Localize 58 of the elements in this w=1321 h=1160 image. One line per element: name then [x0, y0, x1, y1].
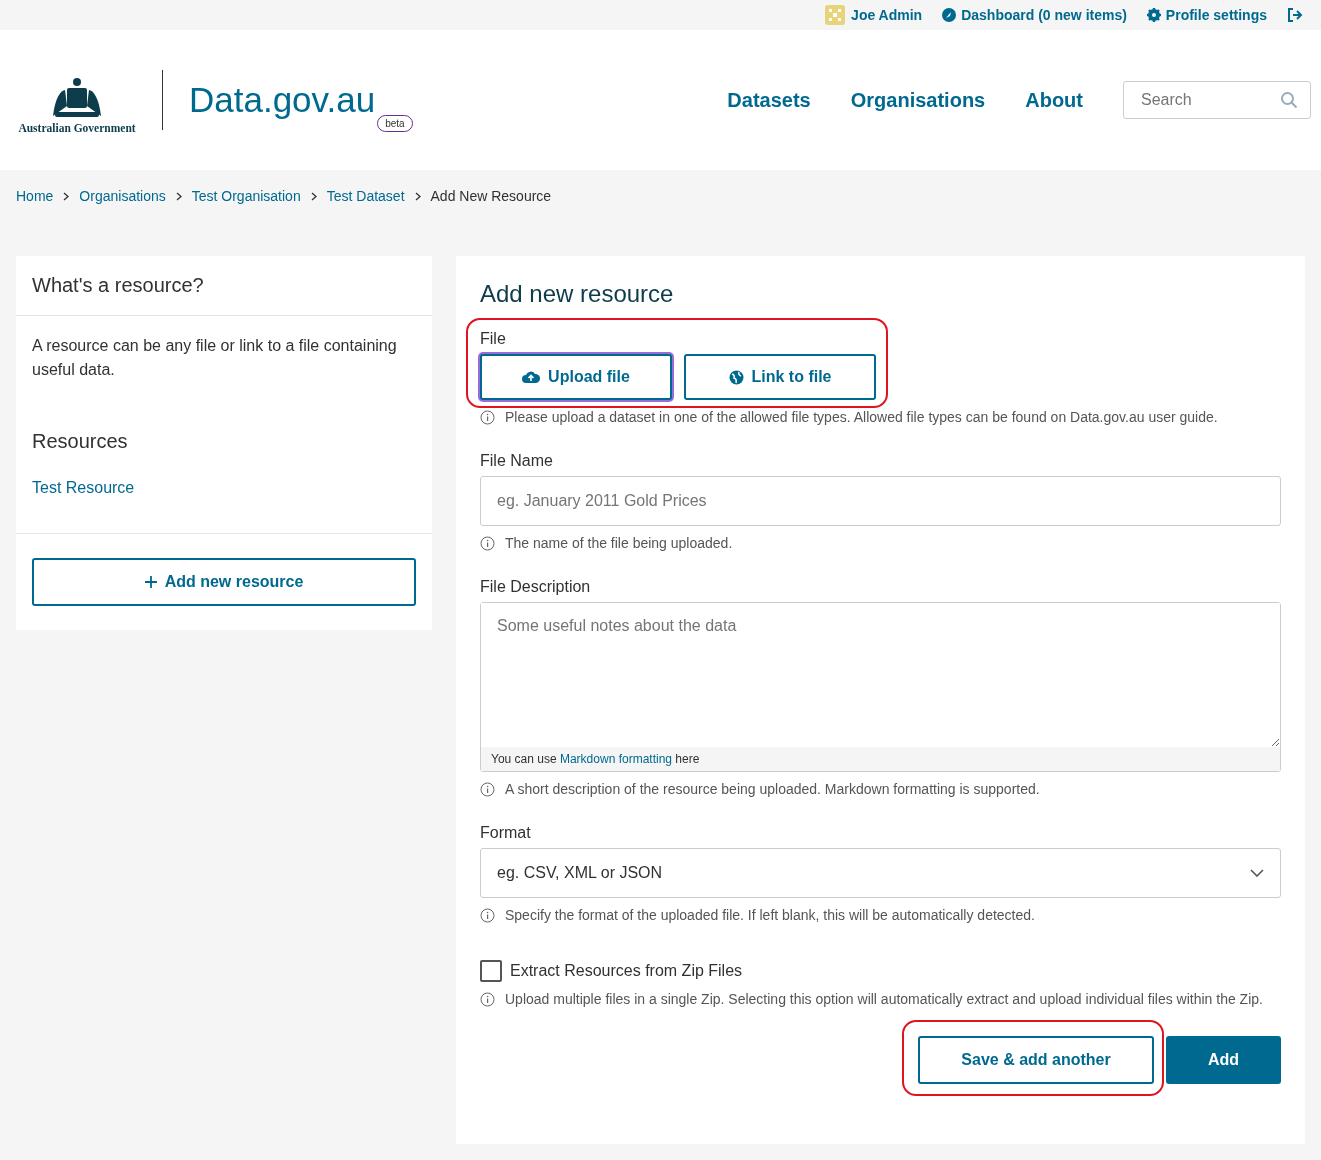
- checkbox-label: Extract Resources from Zip Files: [510, 962, 743, 980]
- resources-heading: Resources: [32, 430, 129, 453]
- site-title[interactable]: Data.gov.au: [189, 80, 376, 120]
- dashboard-link[interactable]: Dashboard (0 new items): [961, 7, 1127, 23]
- help-text: The name of the file being uploaded.: [505, 534, 733, 553]
- info-icon: [480, 536, 495, 551]
- field-label: File Description: [480, 578, 592, 596]
- breadcrumb-link[interactable]: Test Dataset: [326, 188, 405, 204]
- breadcrumb-link[interactable]: Test Organisation: [191, 188, 301, 204]
- field-label: Format: [480, 824, 532, 842]
- settings-icon: [1146, 8, 1161, 22]
- help-text: Upload multiple files in a single Zip. Selecting this option will automatically extract and upload individual files within the Zip.: [505, 990, 1263, 1009]
- field-label: File: [480, 330, 507, 348]
- government-label: Australian Government: [18, 122, 136, 134]
- info-icon: [480, 782, 495, 797]
- nav-link[interactable]: Organisations: [850, 88, 986, 112]
- avatar-icon: [824, 4, 847, 26]
- description-input[interactable]: Some useful notes about the data: [481, 603, 1280, 747]
- dashboard-icon: [942, 8, 957, 22]
- search-field[interactable]: Search: [1123, 81, 1311, 119]
- resource-link[interactable]: Test Resource: [32, 479, 416, 497]
- markdown-hint: You can use Markdown formatting here: [481, 747, 1280, 771]
- profile-settings-link[interactable]: Profile settings: [1165, 7, 1267, 23]
- plus-icon: [144, 576, 157, 588]
- add-resource-button[interactable]: Add new resource: [32, 558, 416, 606]
- cloud-upload-icon: [522, 370, 541, 384]
- info-icon: [480, 908, 495, 923]
- breadcrumb-current: Add New Resource: [430, 188, 552, 204]
- user-link[interactable]: Joe Admin: [851, 7, 923, 23]
- field-label: File Name: [480, 452, 554, 470]
- breadcrumb-link[interactable]: Organisations: [79, 188, 166, 204]
- file-option-button[interactable]: Upload file: [480, 354, 672, 400]
- checkbox[interactable]: [480, 960, 502, 982]
- globe-icon: [728, 369, 744, 385]
- file-description-field[interactable]: Some useful notes about the data You can use Markdown formatting here: [480, 602, 1281, 772]
- info-icon: [480, 992, 495, 1007]
- help-text: Please upload a dataset in one of the allowed file types. Allowed file types can be found on Data.gov.au user guide.: [505, 408, 1218, 427]
- sidebar-heading: What's a resource?: [16, 256, 432, 316]
- chevron-right-icon: [63, 191, 70, 201]
- save-add-another-button[interactable]: Save & add another: [918, 1036, 1154, 1084]
- format-dropdown[interactable]: eg. CSV, XML or JSON: [480, 848, 1281, 898]
- file-option-button[interactable]: Link to file: [684, 354, 876, 400]
- sidebar-text: A resource can be any file or link to a file containing useful data.: [32, 336, 398, 380]
- chevron-right-icon: [310, 191, 317, 201]
- file-name-field[interactable]: eg. January 2011 Gold Prices: [480, 476, 1281, 526]
- help-text: A short description of the resource being uploaded. Markdown formatting is supported.: [505, 780, 1040, 799]
- chevron-down-icon: [1250, 869, 1264, 877]
- nav-link[interactable]: About: [1025, 88, 1083, 112]
- add-button[interactable]: Add: [1166, 1036, 1281, 1084]
- info-icon: [480, 410, 495, 425]
- markdown-link[interactable]: Markdown formatting: [559, 752, 672, 766]
- breadcrumb-link[interactable]: Home: [16, 188, 54, 204]
- chevron-right-icon: [175, 191, 182, 201]
- logout-icon[interactable]: [1287, 8, 1303, 22]
- help-text: Specify the format of the uploaded file. If left blank, this will be automatically detected.: [505, 906, 1035, 925]
- form-heading: Add new resource: [480, 280, 675, 308]
- chevron-right-icon: [414, 191, 421, 201]
- nav-link[interactable]: Datasets: [727, 88, 811, 112]
